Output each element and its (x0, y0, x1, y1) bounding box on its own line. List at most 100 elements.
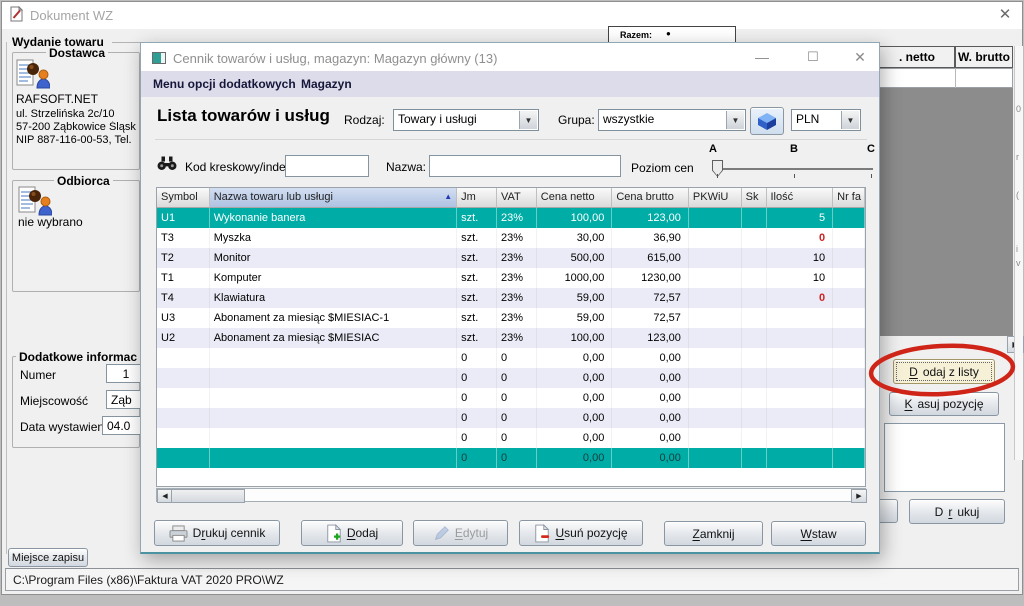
column-header[interactable]: Jm (457, 188, 497, 208)
column-header[interactable]: Symbol (157, 188, 210, 208)
table-cell: 0,00 (537, 448, 613, 468)
table-cell (767, 428, 834, 448)
main-close-icon[interactable]: ✕ (994, 5, 1016, 25)
table-cell (210, 448, 457, 468)
table-cell: 0,00 (612, 368, 689, 388)
column-header[interactable]: Cena brutto (612, 188, 689, 208)
table-cell: 0 (457, 448, 497, 468)
button-label: Usuń pozycję (555, 526, 627, 540)
recipient-value: nie wybrano (18, 215, 83, 229)
table-cell (767, 448, 834, 468)
zamknij-button[interactable]: Zamknij (664, 521, 763, 546)
supplier-address-2: 57-200 Ząbkowice Śląsk (16, 121, 144, 133)
price-level-c: C (867, 143, 875, 155)
scrollbar-thumb[interactable] (171, 489, 245, 503)
table-row[interactable]: 000,000,00 (157, 408, 865, 428)
table-cell: 10 (767, 268, 834, 288)
table-cell: 0 (767, 228, 834, 248)
rodzaj-dropdown[interactable]: Towary i usługi ▼ (393, 109, 539, 131)
grupa-dropdown[interactable]: wszystkie ▼ (598, 109, 746, 131)
chevron-down-icon[interactable]: ▼ (726, 111, 744, 129)
currency-dropdown[interactable]: PLN ▼ (791, 109, 861, 131)
edytuj-button[interactable]: Edytuj (413, 520, 508, 546)
chevron-down-icon[interactable]: ▼ (519, 111, 537, 129)
table-cell: 72,57 (612, 288, 689, 308)
table-cell: 23% (497, 228, 537, 248)
menu-magazyn[interactable]: Magazyn (301, 77, 352, 91)
table-cell: 0,00 (537, 388, 613, 408)
table-cell (742, 448, 767, 468)
table-row[interactable]: 000,000,00 (157, 368, 865, 388)
razem-radio-icon[interactable]: ● (666, 29, 671, 38)
dodaj-z-listy-button[interactable]: Dodaj z listy (893, 359, 995, 384)
table-cell (742, 428, 767, 448)
doc-column-brutto[interactable]: W. brutto (955, 46, 1013, 68)
wstaw-button[interactable]: Wstaw (771, 521, 866, 546)
usun-pozycje-button[interactable]: Usuń pozycję (519, 520, 643, 546)
minimize-icon[interactable]: — (741, 43, 783, 71)
price-level-slider-track[interactable] (716, 168, 873, 170)
table-cell: szt. (457, 308, 497, 328)
table-row[interactable]: 000,000,00 (157, 388, 865, 408)
table-row[interactable]: T2Monitorszt.23%500,00615,0010 (157, 248, 865, 268)
drukuj-button[interactable]: Drukuj (909, 499, 1005, 524)
barcode-input[interactable] (285, 155, 369, 177)
table-cell (689, 348, 742, 368)
maximize-icon[interactable]: ☐ (792, 43, 834, 71)
table-cell: 123,00 (612, 328, 689, 348)
table-hscrollbar[interactable]: ◀ ▶ (156, 488, 866, 502)
table-row[interactable]: 000,000,00 (157, 428, 865, 448)
chevron-down-icon[interactable]: ▼ (841, 111, 859, 129)
dialog-close-icon[interactable]: ✕ (839, 43, 881, 71)
table-cell: 36,90 (612, 228, 689, 248)
column-header[interactable]: Sk (742, 188, 767, 208)
kasuj-pozycje-button[interactable]: Kasuj pozycję (889, 392, 999, 416)
column-header[interactable]: PKWiU (689, 188, 742, 208)
dodaj-button[interactable]: Dodaj (301, 520, 403, 546)
column-header[interactable]: Nazwa towaru lub usługi▲ (210, 188, 457, 208)
table-cell (157, 448, 210, 468)
drukuj-cennik-button[interactable]: Drukuj cennik (154, 520, 280, 546)
table-row[interactable]: U2Abonament za miesiąc $MIESIACszt.23%10… (157, 328, 865, 348)
table-cell (210, 388, 457, 408)
doc-empty-row (879, 68, 1013, 88)
clipped-text-fragment: ( (1016, 190, 1019, 200)
column-header[interactable]: Cena netto (537, 188, 613, 208)
magazyn-cube-button[interactable] (750, 107, 784, 135)
table-cell (742, 408, 767, 428)
button-label: Dodaj (347, 526, 378, 540)
poziom-cen-label: Poziom cen (631, 161, 694, 175)
table-cell (833, 268, 865, 288)
column-header[interactable]: Ilość (767, 188, 834, 208)
clipped-text-fragment: 0 (1016, 104, 1021, 114)
table-cell (833, 328, 865, 348)
table-cell: 0,00 (612, 348, 689, 368)
table-row[interactable]: T3Myszkaszt.23%30,0036,900 (157, 228, 865, 248)
table-row[interactable]: T1Komputerszt.23%1000,001230,0010 (157, 268, 865, 288)
table-cell (833, 248, 865, 268)
doc-column-netto[interactable]: . netto (879, 46, 955, 68)
table-row[interactable]: U3Abonament za miesiąc $MIESIAC-1szt.23%… (157, 308, 865, 328)
table-cell (210, 428, 457, 448)
table-cell: 615,00 (612, 248, 689, 268)
nazwa-input[interactable] (429, 155, 621, 177)
column-header[interactable]: Nr fa (833, 188, 865, 208)
table-row[interactable]: T4Klawiaturaszt.23%59,0072,570 (157, 288, 865, 308)
notes-listbox[interactable] (884, 423, 1005, 492)
scroll-right-icon[interactable]: ▶ (851, 489, 867, 503)
table-row[interactable]: 000,000,00 (157, 348, 865, 368)
supplier-address-3: NIP 887-116-00-53, Tel. (16, 134, 144, 146)
miejsce-zapisu-button[interactable]: Miejsce zapisu (8, 548, 88, 567)
table-cell (157, 428, 210, 448)
table-row[interactable]: 000,000,00 (157, 448, 865, 468)
binoculars-search-icon (157, 155, 177, 171)
table-cell (833, 408, 865, 428)
table-cell: 59,00 (537, 308, 613, 328)
table-cell (833, 348, 865, 368)
table-cell (767, 348, 834, 368)
menu-opcje-dodatkowe[interactable]: Menu opcji dodatkowych (153, 77, 296, 91)
column-header[interactable]: VAT (497, 188, 537, 208)
table-row[interactable]: U1Wykonanie baneraszt.23%100,00123,005 (157, 208, 865, 228)
table-cell: 0,00 (612, 388, 689, 408)
table-cell (767, 408, 834, 428)
